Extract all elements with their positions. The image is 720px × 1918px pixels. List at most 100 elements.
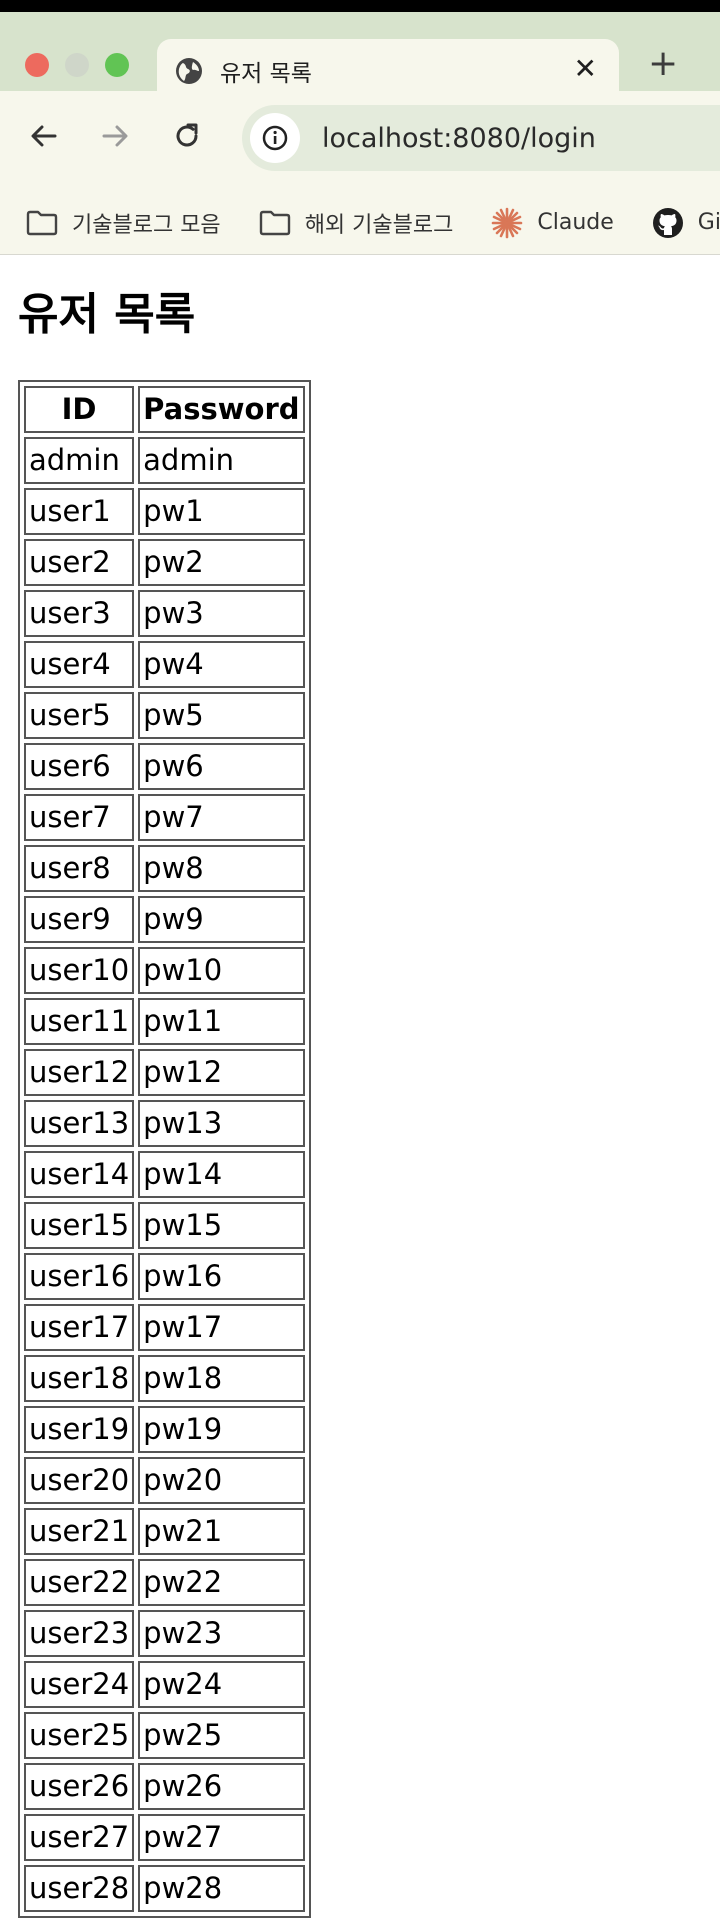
table-row: user13 pw13 (24, 1099, 305, 1147)
table-row: user9 pw9 (24, 895, 305, 943)
bookmarks-bar: 기술블로그 모음 해외 기술블로그 Claude Gi (0, 191, 720, 255)
password-cell: admin (138, 436, 305, 484)
page-content: 유저 목록 ID Password admin admin user1 pw1 user… (0, 289, 720, 1918)
table-row: user5 pw5 (24, 691, 305, 739)
password-cell: pw10 (138, 946, 305, 994)
table-row: user28 pw28 (24, 1864, 305, 1912)
password-cell: pw25 (138, 1711, 305, 1759)
user-id-cell: admin (24, 436, 135, 484)
table-row: user18 pw18 (24, 1354, 305, 1402)
close-tab-icon[interactable]: ✕ (574, 55, 597, 83)
table-row: user23 pw23 (24, 1609, 305, 1657)
reload-button[interactable] (167, 116, 207, 156)
password-cell: pw8 (138, 844, 305, 892)
user-id-cell: user18 (24, 1354, 135, 1402)
table-row: user6 pw6 (24, 742, 305, 790)
password-cell: pw18 (138, 1354, 305, 1402)
password-cell: pw19 (138, 1405, 305, 1453)
user-id-cell: user17 (24, 1303, 135, 1351)
table-row: user22 pw22 (24, 1558, 305, 1606)
screen-top-edge (0, 0, 720, 12)
password-cell: pw11 (138, 997, 305, 1045)
table-row: user7 pw7 (24, 793, 305, 841)
password-cell: pw3 (138, 589, 305, 637)
close-window-button[interactable] (25, 53, 49, 77)
back-button[interactable] (24, 116, 64, 156)
bookmark-claude[interactable]: Claude (491, 207, 614, 239)
password-cell: pw20 (138, 1456, 305, 1504)
github-icon (652, 207, 683, 238)
user-id-cell: user27 (24, 1813, 135, 1861)
user-id-cell: user26 (24, 1762, 135, 1810)
password-cell: pw9 (138, 895, 305, 943)
table-row: user16 pw16 (24, 1252, 305, 1300)
page-title: 유저 목록 (18, 289, 196, 340)
user-id-cell: user23 (24, 1609, 135, 1657)
password-cell: pw21 (138, 1507, 305, 1555)
browser-toolbar: localhost:8080/login (0, 91, 720, 191)
password-cell: pw26 (138, 1762, 305, 1810)
bookmark-label: 기술블로그 모음 (72, 212, 221, 238)
user-id-cell: user22 (24, 1558, 135, 1606)
site-info-icon[interactable] (250, 113, 300, 163)
table-row: user4 pw4 (24, 640, 305, 688)
table-row: user15 pw15 (24, 1201, 305, 1249)
table-row: user20 pw20 (24, 1456, 305, 1504)
user-table: ID Password admin admin user1 pw1 user2 pw2 us… (18, 379, 311, 1918)
reload-icon (176, 123, 198, 147)
tab-title: 유저 목록 (220, 61, 312, 87)
user-id-cell: user8 (24, 844, 135, 892)
folder-icon (259, 210, 290, 235)
password-cell: pw13 (138, 1099, 305, 1147)
password-cell: pw16 (138, 1252, 305, 1300)
password-cell: pw15 (138, 1201, 305, 1249)
user-id-cell: user28 (24, 1864, 135, 1912)
table-row: user10 pw10 (24, 946, 305, 994)
bookmark-github[interactable]: Gi (652, 207, 720, 239)
password-cell: pw4 (138, 640, 305, 688)
user-id-cell: user16 (24, 1252, 135, 1300)
password-cell: pw28 (138, 1864, 305, 1912)
user-id-cell: user19 (24, 1405, 135, 1453)
table-row: user8 pw8 (24, 844, 305, 892)
new-tab-button[interactable]: + (648, 46, 678, 82)
user-id-cell: user14 (24, 1150, 135, 1198)
column-header-password: Password (138, 385, 305, 433)
arrow-right-icon (102, 125, 128, 147)
table-row: user25 pw25 (24, 1711, 305, 1759)
table-header-row: ID Password (24, 385, 305, 433)
table-row: user12 pw12 (24, 1048, 305, 1096)
table-row: user11 pw11 (24, 997, 305, 1045)
user-id-cell: user7 (24, 793, 135, 841)
user-id-cell: user5 (24, 691, 135, 739)
table-row: user21 pw21 (24, 1507, 305, 1555)
table-row: user26 pw26 (24, 1762, 305, 1810)
arrow-left-icon (31, 125, 57, 147)
bookmark-folder-overseas-blogs[interactable]: 해외 기술블로그 (259, 207, 453, 239)
table-row: user27 pw27 (24, 1813, 305, 1861)
user-id-cell: user21 (24, 1507, 135, 1555)
user-id-cell: user2 (24, 538, 135, 586)
user-id-cell: user15 (24, 1201, 135, 1249)
claude-icon (492, 207, 523, 238)
table-row: admin admin (24, 436, 305, 484)
table-row: user3 pw3 (24, 589, 305, 637)
password-cell: pw6 (138, 742, 305, 790)
column-header-id: ID (24, 385, 135, 433)
table-body: admin admin user1 pw1 user2 pw2 user3 pw3 user4 p… (24, 436, 305, 1912)
minimize-window-button[interactable] (65, 53, 89, 77)
bookmark-label: Gi (697, 210, 720, 235)
maximize-window-button[interactable] (105, 53, 129, 77)
user-id-cell: user10 (24, 946, 135, 994)
password-cell: pw22 (138, 1558, 305, 1606)
table-row: user1 pw1 (24, 487, 305, 535)
bookmark-label: Claude (537, 210, 614, 235)
user-id-cell: user6 (24, 742, 135, 790)
user-id-cell: user12 (24, 1048, 135, 1096)
password-cell: pw24 (138, 1660, 305, 1708)
table-row: user14 pw14 (24, 1150, 305, 1198)
address-bar[interactable]: localhost:8080/login (242, 105, 720, 171)
bookmark-folder-tech-blogs[interactable]: 기술블로그 모음 (26, 207, 221, 239)
forward-button[interactable] (95, 116, 135, 156)
password-cell: pw5 (138, 691, 305, 739)
